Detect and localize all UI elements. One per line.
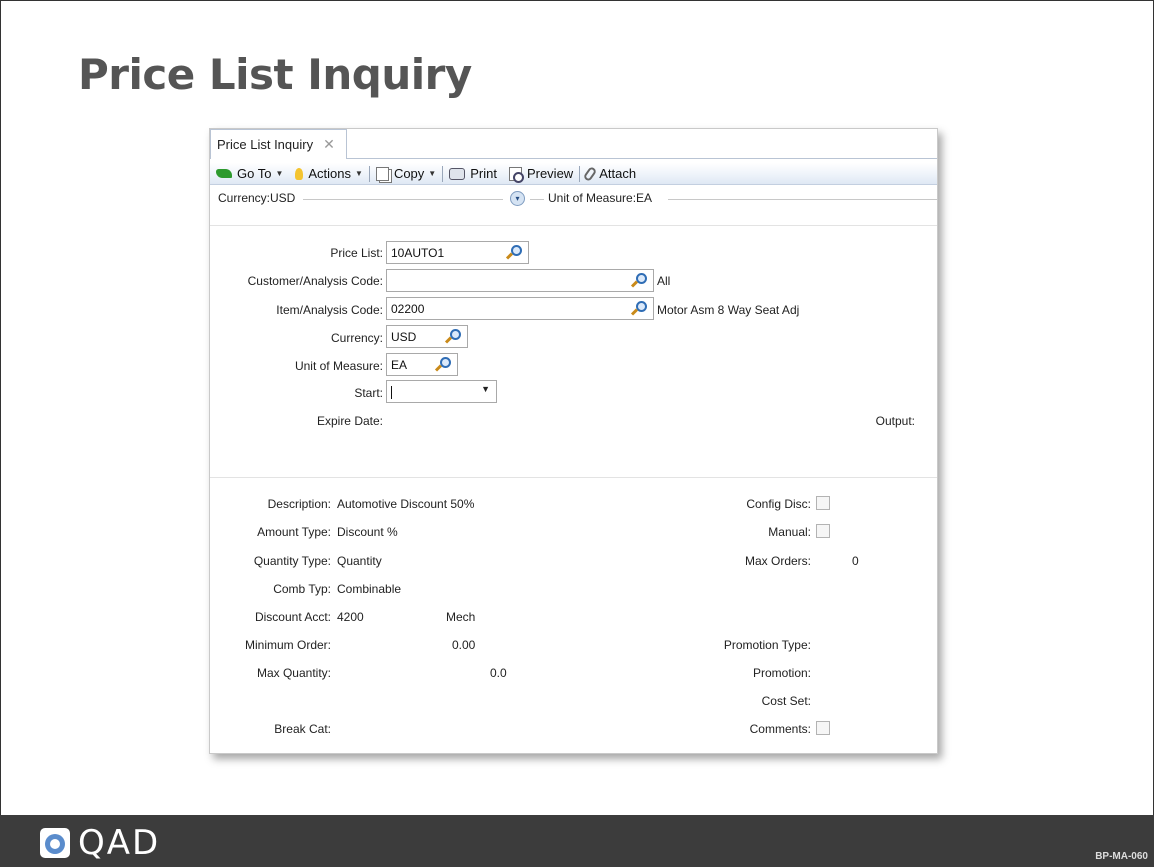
section-divider [210, 225, 937, 226]
search-icon[interactable] [444, 329, 461, 345]
price-list-input[interactable]: 10AUTO1 [386, 241, 529, 264]
dropdown-arrow-icon: ▼ [428, 169, 437, 178]
customer-code-description: All [657, 274, 671, 288]
amount-type-value: Discount % [337, 525, 398, 539]
comb-typ-label: Comb Typ: [273, 582, 331, 596]
max-orders-label: Max Orders: [744, 554, 811, 568]
search-icon[interactable] [505, 245, 522, 261]
customer-code-input[interactable] [386, 269, 654, 292]
print-button[interactable]: Print [443, 163, 503, 184]
max-orders-value: 0 [852, 554, 859, 568]
item-code-value: 02200 [391, 302, 425, 316]
cost-set-label: Cost Set: [761, 694, 811, 708]
tab-price-list-inquiry[interactable]: Price List Inquiry ✕ [210, 129, 347, 159]
attach-button[interactable]: Attach [580, 163, 642, 184]
discount-acct-sub: Mech [446, 610, 476, 624]
goto-label: Go To [237, 166, 272, 181]
search-icon[interactable] [630, 301, 647, 317]
search-icon[interactable] [434, 357, 451, 373]
manual-checkbox[interactable] [816, 524, 830, 538]
minimum-order-label: Minimum Order: [244, 638, 331, 652]
dropdown-arrow-icon: ▼ [355, 169, 363, 178]
comments-label: Comments: [749, 722, 811, 736]
header-divider [668, 199, 938, 200]
qad-logo-icon [40, 828, 70, 858]
header-currency: Currency:USD [218, 191, 296, 205]
actions-label: Actions [308, 166, 352, 181]
copy-icon [375, 166, 389, 181]
quantity-type-value: Quantity [337, 554, 382, 568]
discount-acct-value: 4200 [337, 610, 364, 624]
discount-acct-label: Discount Acct: [254, 610, 331, 624]
minimum-order-value: 0.00 [452, 638, 476, 652]
text-cursor [391, 386, 392, 400]
unit-of-measure-value: EA [391, 358, 408, 372]
header-summary: Currency:USD ▾ Unit of Measure:EA [218, 191, 938, 207]
header-divider [530, 199, 544, 200]
start-date-select[interactable]: ▼ [386, 380, 497, 403]
price-list-inquiry-window: Price List Inquiry ✕ Go To ▼ Actions ▼ C… [209, 128, 938, 754]
item-description: Motor Asm 8 Way Seat Adj [657, 303, 800, 317]
lightbulb-icon [295, 167, 304, 180]
price-list-value: 10AUTO1 [391, 246, 445, 260]
expand-collapse-icon[interactable]: ▾ [510, 191, 525, 206]
print-label: Print [470, 166, 497, 181]
paperclip-icon [582, 165, 598, 182]
qad-logo-text: QAD [78, 823, 161, 863]
max-quantity-value: 0.0 [490, 666, 507, 680]
config-disc-label: Config Disc: [746, 497, 811, 511]
tab-strip-border [347, 158, 937, 159]
slide-title: Price List Inquiry [78, 50, 472, 99]
unit-of-measure-input[interactable]: EA [386, 353, 458, 376]
promotion-label: Promotion: [752, 666, 811, 680]
item-code-label: Item/Analysis Code: [276, 303, 383, 317]
toolbar: Go To ▼ Actions ▼ Copy ▼ Print Preview A… [210, 163, 937, 185]
currency-label: Currency: [330, 331, 383, 345]
dropdown-arrow-icon[interactable]: ▼ [481, 384, 490, 394]
search-icon[interactable] [630, 273, 647, 289]
slide-footer: QAD BP-MA-060 [0, 815, 1154, 867]
currency-input[interactable]: USD [386, 325, 468, 348]
config-disc-checkbox[interactable] [816, 496, 830, 510]
manual-label: Manual: [768, 525, 811, 539]
price-list-label: Price List: [330, 246, 383, 260]
quantity-type-label: Quantity Type: [253, 554, 331, 568]
break-cat-label: Break Cat: [274, 722, 331, 736]
copy-button[interactable]: Copy ▼ [370, 163, 442, 184]
qad-logo: QAD [40, 823, 160, 863]
goto-arrow-icon [216, 169, 232, 178]
attach-label: Attach [599, 166, 637, 181]
printer-icon [449, 167, 466, 180]
currency-value: USD [391, 330, 417, 344]
preview-label: Preview [526, 166, 574, 181]
customer-code-label: Customer/Analysis Code: [247, 274, 383, 288]
tab-close-icon[interactable]: ✕ [323, 136, 335, 153]
start-label: Start: [354, 386, 383, 400]
comments-checkbox[interactable] [816, 721, 830, 735]
description-label: Description: [267, 497, 331, 511]
description-value: Automotive Discount 50% [337, 497, 475, 511]
section-divider [210, 477, 937, 478]
comb-typ-value: Combinable [337, 582, 402, 596]
max-quantity-label: Max Quantity: [256, 666, 331, 680]
slide-code: BP-MA-060 [1095, 851, 1148, 862]
header-unit-of-measure: Unit of Measure:EA [548, 191, 653, 205]
amount-type-label: Amount Type: [257, 525, 331, 539]
goto-button[interactable]: Go To ▼ [210, 163, 289, 184]
actions-button[interactable]: Actions ▼ [289, 163, 369, 184]
preview-icon [508, 166, 524, 183]
expire-date-label: Expire Date: [316, 414, 383, 428]
dropdown-arrow-icon: ▼ [275, 169, 284, 178]
preview-button[interactable]: Preview [503, 163, 579, 184]
header-divider [303, 199, 503, 200]
promotion-type-label: Promotion Type: [723, 638, 811, 652]
unit-of-measure-label: Unit of Measure: [294, 359, 383, 373]
item-code-input[interactable]: 02200 [386, 297, 654, 320]
copy-label: Copy [393, 166, 425, 181]
output-label: Output: [875, 414, 915, 428]
tab-label: Price List Inquiry [217, 137, 314, 152]
